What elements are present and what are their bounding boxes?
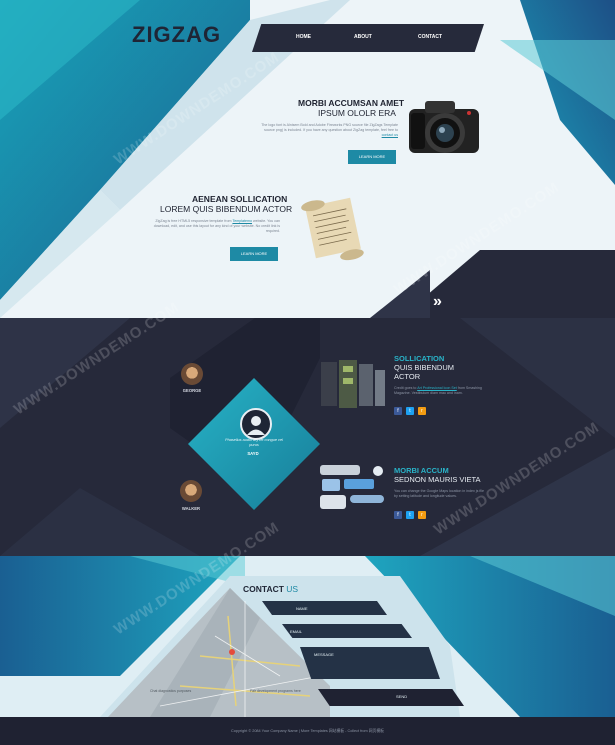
features-background [0,318,615,556]
block1-subtitle: IPSUM OLOLR ERA [318,108,396,118]
footer-copyright: Copyright © 2084 Your Company Name | Mor… [231,729,384,733]
nav-home[interactable]: HOME [296,34,311,40]
twitter-icon[interactable]: t [406,511,414,519]
footer: Copyright © 2084 Your Company Name | Mor… [0,717,615,745]
block2-learn-more-button[interactable]: LEARN MORE [230,247,278,261]
rss-icon[interactable]: r [418,407,426,415]
block2-subtitle: LOREM QUIS BIBENDUM ACTOR [160,204,293,214]
testimonial-name: WALKER [181,506,201,511]
camera-image [409,101,479,153]
avatar-walker [180,480,202,502]
send-button[interactable]: SEND [318,689,464,706]
map-label-left: Chat diagnostics purposes [150,689,192,693]
feature2-subtitle: SEDNON MAURIS VIETA [394,475,481,484]
contact-section: CONTACT US NAME EMAIL MESSAGE SEND Chat … [0,556,615,717]
block2-title: AENEAN SOLLICATION [192,194,288,204]
feature1-icon-set-link[interactable]: Art Professional Icon Set [417,386,457,390]
hero-section: ZIGZAG HOME ABOUT CONTACT MORBI ACCUMSAN… [0,0,615,318]
testimonial-name: SAYD [247,451,259,456]
block1-title: MORBI ACCUMSAN AMET [298,98,405,108]
feature2-text: You can change the Google Maps location … [394,489,484,498]
feature2-title: MORBI ACCUM [394,466,449,475]
avatar-sayd [240,408,272,440]
block2-templatemo-link[interactable]: Templatemo [232,219,252,223]
ui-widgets-image [320,465,384,509]
map-label-right: Fair development programs here [250,689,301,693]
testimonial-name: GEORGE [182,388,202,393]
feature1-title: SOLLICATION [394,354,445,363]
contact-title: CONTACT US [243,584,299,594]
email-field[interactable]: EMAIL [282,624,412,638]
facebook-icon[interactable]: f [394,407,402,415]
main-nav: HOME ABOUT CONTACT [252,24,484,52]
testimonial-quote: Phasellus audio ary tet congue vel purus [225,438,283,447]
facebook-icon[interactable]: f [394,511,402,519]
feature1-subtitle: QUIS BIBENDUM [394,363,455,372]
rss-icon[interactable]: r [418,511,426,519]
logo[interactable]: ZIGZAG [132,22,221,48]
double-chevron-right-icon[interactable]: » [433,293,442,311]
block2-text: ZigZag is free HTML5 responsive template… [153,219,280,233]
feature1-subtitle-2: ACTOR [394,372,421,381]
block1-learn-more-button[interactable]: LEARN MORE [348,150,396,164]
message-field[interactable]: MESSAGE [300,647,440,679]
nav-about[interactable]: ABOUT [354,34,372,40]
block1-contact-link[interactable]: contact us [382,133,398,137]
block1-text: The logo font is Alnisem Bold and Adobe … [261,123,398,137]
name-field[interactable]: NAME [262,601,387,615]
features-section: GEORGE Phasellus audio ary tet congue ve… [0,318,615,556]
feature1-text: Credit goes to Art Professional Icon Set… [394,386,482,395]
avatar-george [181,363,203,385]
hardware-icons-image [321,360,385,408]
nav-contact[interactable]: CONTACT [418,34,442,40]
twitter-icon[interactable]: t [406,407,414,415]
scroll-image [301,197,364,261]
